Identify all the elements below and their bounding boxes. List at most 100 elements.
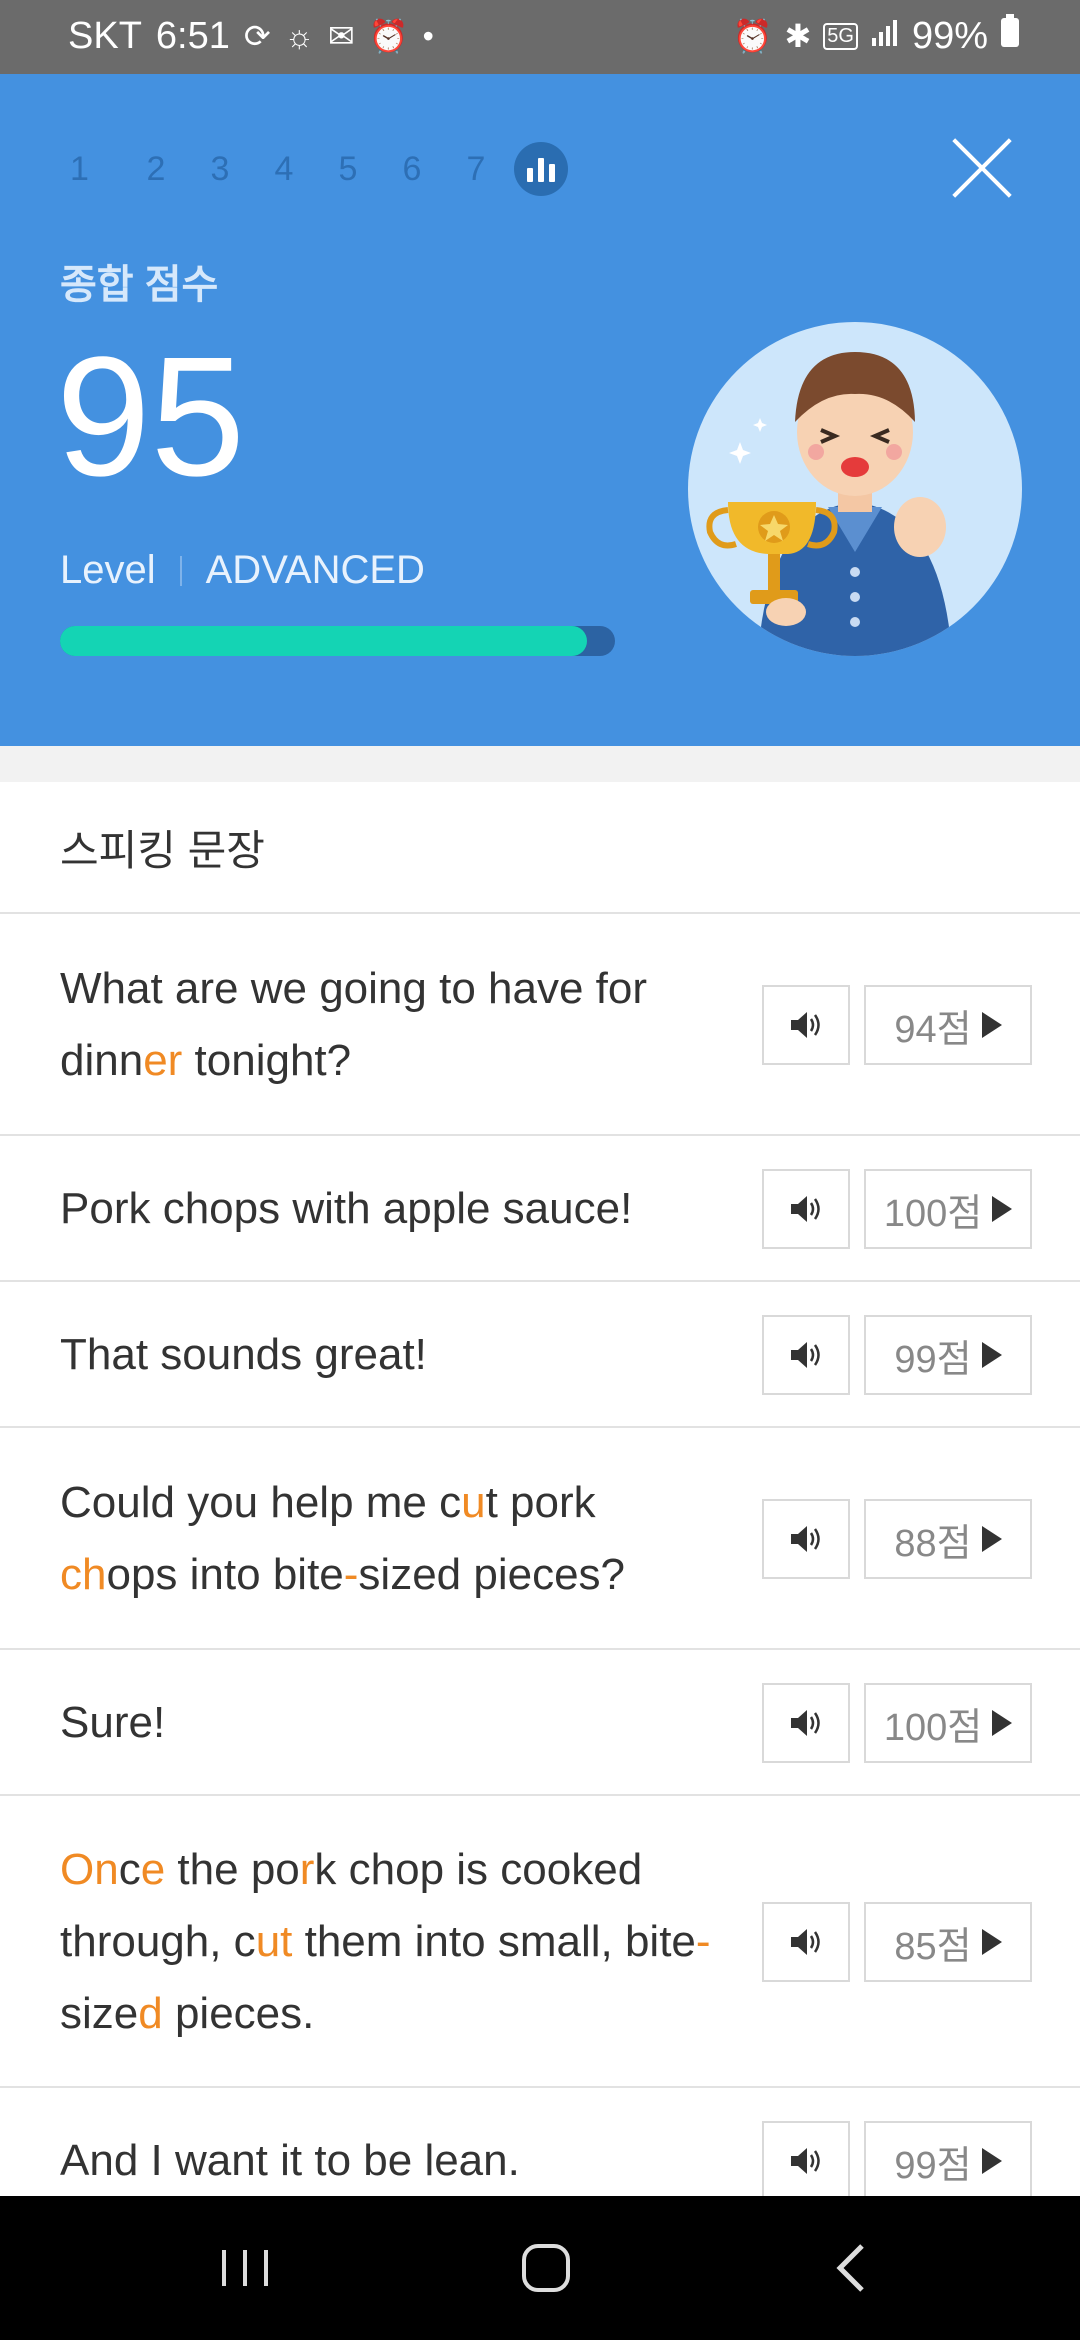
level-separator	[179, 555, 182, 586]
total-score-value: 95	[56, 322, 246, 512]
sentence-score-button[interactable]: 99점	[864, 1315, 1032, 1395]
play-audio-button[interactable]	[762, 1902, 850, 1982]
sentence-score: 88점	[894, 1522, 972, 1565]
play-audio-button[interactable]	[762, 2121, 850, 2201]
step-5[interactable]: 5	[316, 150, 380, 189]
system-nav-bar	[0, 2196, 1080, 2340]
step-7[interactable]: 7	[444, 150, 508, 189]
mispronounced-segment: ch	[60, 1550, 107, 1599]
speaker-icon	[791, 1342, 820, 1368]
brightness-icon: ☼	[284, 18, 315, 54]
score-progress-bar	[60, 626, 615, 656]
sync-icon: ⟳	[243, 18, 271, 54]
speaker-icon	[791, 1012, 820, 1038]
back-button[interactable]	[806, 2236, 896, 2300]
sentence-segment: tonight?	[182, 1036, 352, 1085]
sentence-segment: ops into bite	[106, 1550, 344, 1599]
sentence-segment: And I want it to be lean.	[60, 2136, 520, 2185]
level-row: Level ADVANCED	[60, 548, 425, 593]
mispronounced-segment: n	[94, 1845, 119, 1894]
mispronounced-segment: er	[143, 1036, 183, 1085]
play-icon	[992, 1196, 1013, 1222]
alarm-icon: ⏰	[732, 18, 773, 54]
sentence-segment: c	[118, 1845, 141, 1894]
sentence-score-button[interactable]: 85점	[864, 1902, 1032, 1982]
home-button[interactable]	[500, 2236, 590, 2300]
mispronounced-segment: e	[140, 1845, 166, 1894]
sentence-score: 100점	[883, 1706, 983, 1749]
sentence-text: Could you help me cut pork chops into bi…	[60, 1467, 720, 1611]
sentence-row: That sounds great! 99점	[0, 1282, 1080, 1428]
sentence-segment: That sounds great!	[60, 1330, 427, 1379]
sentence-score: 94점	[894, 1008, 972, 1051]
sentence-text: Once the pork chop is cooked through, cu…	[60, 1834, 720, 2050]
sentence-score-button[interactable]: 94점	[864, 985, 1032, 1065]
play-audio-button[interactable]	[762, 1499, 850, 1579]
dot-icon: •	[422, 18, 434, 54]
sentence-segment: sized pieces?	[358, 1550, 626, 1599]
sentence-score-button[interactable]: 100점	[864, 1683, 1032, 1763]
battery-icon	[1000, 14, 1020, 58]
sentence-segment: the po	[165, 1845, 300, 1894]
score-header: 1 2 3 4 5 6 7 종합 점수 95 Level ADVANCED	[0, 74, 1080, 746]
section-divider	[0, 746, 1080, 782]
sentence-segment: Pork chops with apple sauce!	[60, 1184, 633, 1233]
sentence-score-button[interactable]: 99점	[864, 2121, 1032, 2201]
mispronounced-segment: u	[461, 1478, 486, 1527]
total-score-title: 종합 점수	[60, 263, 219, 307]
mispronounced-segment: d	[138, 1989, 163, 2038]
sentence-segment: t pork	[485, 1478, 596, 1527]
bar-chart-icon[interactable]	[514, 142, 568, 196]
sentence-row: Could you help me cut pork chops into bi…	[0, 1428, 1080, 1650]
sentence-row: Sure! 100점	[0, 1650, 1080, 1796]
mail-icon: ✉	[328, 18, 355, 54]
play-audio-button[interactable]	[762, 1315, 850, 1395]
step-1[interactable]: 1	[70, 150, 124, 189]
sentence-score: 99점	[894, 2144, 972, 2187]
speaker-icon	[791, 1196, 820, 1222]
sentence-segment: pieces.	[162, 1989, 315, 2038]
status-bar: SKT 6:51 ⟳ ☼ ✉ ⏰ • ⏰ ✱ 5G 99%	[0, 0, 1080, 74]
mispronounced-segment: r	[299, 1845, 315, 1894]
play-icon	[981, 1929, 1002, 1955]
step-6[interactable]: 6	[380, 150, 444, 189]
sentence-segment: size	[60, 1989, 139, 2038]
recent-apps-button[interactable]	[200, 2236, 290, 2300]
sentence-text: What are we going to have for dinner ton…	[60, 953, 720, 1097]
step-2[interactable]: 2	[124, 150, 188, 189]
sentence-text: Sure!	[60, 1687, 720, 1759]
sentence-text: And I want it to be lean.	[60, 2125, 720, 2197]
battery-percent: 99%	[911, 14, 988, 57]
mispronounced-segment: -	[343, 1550, 359, 1599]
speaker-icon	[791, 2148, 820, 2174]
sentence-score-button[interactable]: 88점	[864, 1499, 1032, 1579]
play-icon	[981, 1012, 1002, 1038]
trophy-character-illustration	[688, 322, 1022, 656]
play-audio-button[interactable]	[762, 985, 850, 1065]
play-audio-button[interactable]	[762, 1169, 850, 1249]
step-4[interactable]: 4	[252, 150, 316, 189]
clock: 6:51	[155, 14, 230, 57]
close-button[interactable]	[950, 136, 1014, 200]
speaker-icon	[791, 1526, 820, 1552]
play-icon	[992, 1710, 1013, 1736]
sentence-segment: Sure!	[60, 1698, 166, 1747]
play-icon	[981, 1526, 1002, 1552]
speaker-icon	[791, 1929, 820, 1955]
sentence-segment: Could you help me c	[60, 1478, 462, 1527]
level-value: ADVANCED	[205, 548, 425, 592]
speaking-sentence-list: 스피킹 문장 What are we going to have for din…	[0, 782, 1080, 2234]
step-3[interactable]: 3	[188, 150, 252, 189]
sentence-score: 85점	[894, 1925, 972, 1968]
mispronounced-segment: O	[60, 1845, 95, 1894]
sentence-score: 99점	[894, 1338, 972, 1381]
play-audio-button[interactable]	[762, 1683, 850, 1763]
sentence-text: Pork chops with apple sauce!	[60, 1173, 720, 1245]
play-icon	[981, 1342, 1002, 1368]
step-indicator: 1 2 3 4 5 6 7	[70, 142, 568, 196]
5g-icon: 5G	[823, 22, 858, 50]
sentence-score-button[interactable]: 100점	[864, 1169, 1032, 1249]
sentence-row: Once the pork chop is cooked through, cu…	[0, 1796, 1080, 2088]
mispronounced-segment: ut	[255, 1917, 293, 1966]
level-label: Level	[60, 548, 156, 592]
